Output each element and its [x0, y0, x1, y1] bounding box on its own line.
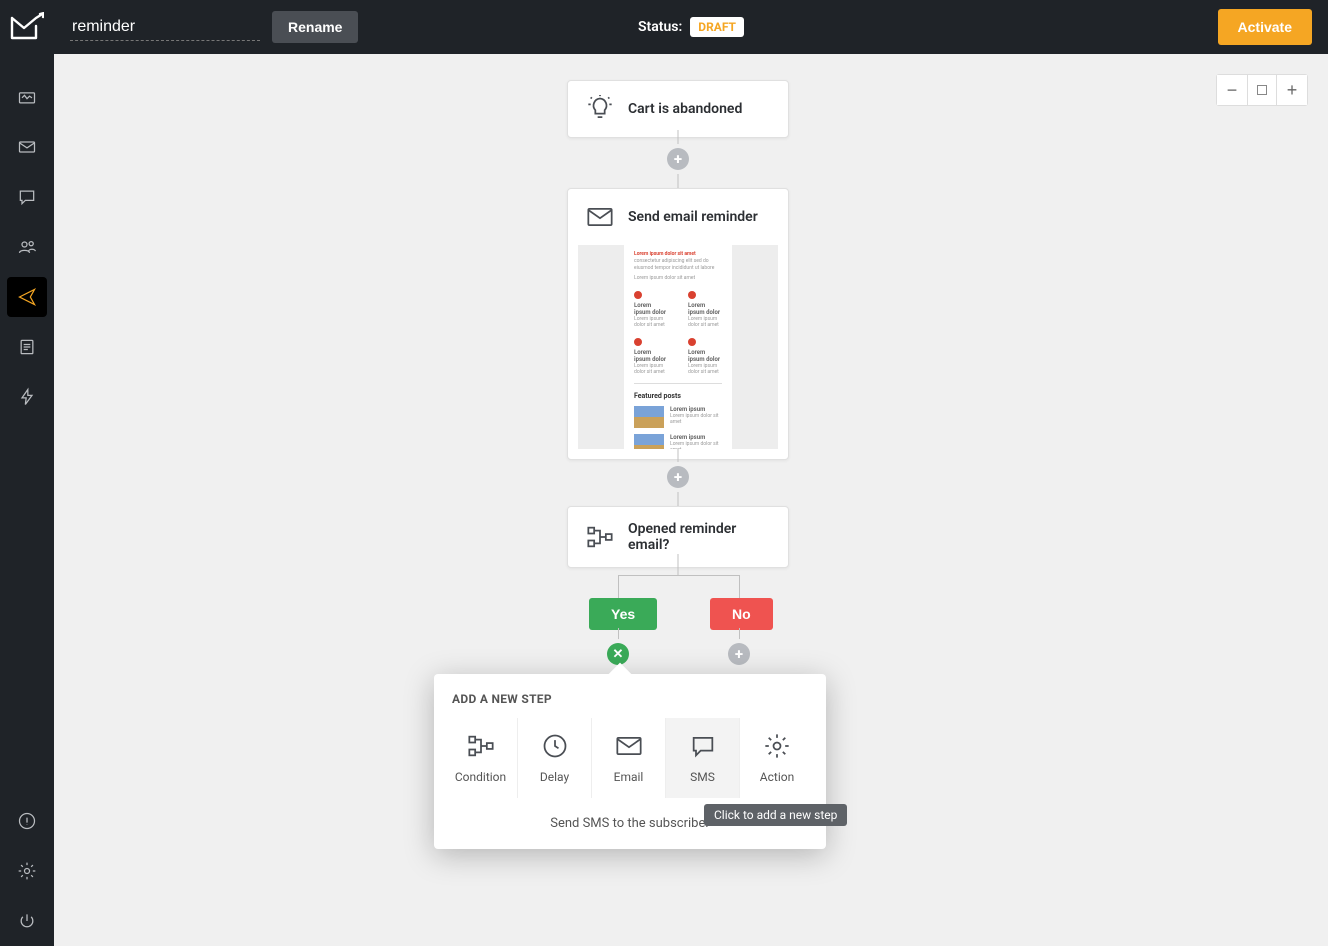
- workflow-title-input[interactable]: [70, 14, 260, 41]
- step-option-condition[interactable]: Condition: [444, 718, 518, 798]
- add-step-button[interactable]: +: [667, 148, 689, 170]
- sidebar: [0, 0, 54, 946]
- nav-contacts[interactable]: [7, 227, 47, 267]
- zoom-out-button[interactable]: −: [1217, 75, 1247, 105]
- header: Rename Status: DRAFT Activate: [54, 0, 1328, 54]
- nav-mail[interactable]: [7, 127, 47, 167]
- step-option-label: SMS: [690, 770, 715, 784]
- tooltip: Click to add a new step: [704, 804, 847, 826]
- canvas[interactable]: − + Cart is abandoned + Send email remin…: [54, 54, 1328, 946]
- nav-automation[interactable]: [7, 277, 47, 317]
- add-step-button[interactable]: +: [728, 643, 750, 665]
- connector: [618, 575, 619, 598]
- nav-power[interactable]: [7, 901, 47, 941]
- zoom-fit-button[interactable]: [1247, 75, 1277, 105]
- nav-help[interactable]: [7, 801, 47, 841]
- activate-button[interactable]: Activate: [1218, 9, 1312, 45]
- node-condition-title: Opened reminder email?: [628, 521, 770, 553]
- add-step-button[interactable]: +: [667, 466, 689, 488]
- square-icon: [1257, 85, 1267, 95]
- connector: [739, 575, 740, 598]
- nav-dashboard[interactable]: [7, 77, 47, 117]
- step-option-label: Action: [760, 770, 794, 784]
- popover-title: ADD A NEW STEP: [444, 692, 816, 706]
- connector: [678, 554, 679, 576]
- envelope-icon: [586, 203, 614, 231]
- zoom-in-button[interactable]: +: [1277, 75, 1307, 105]
- zoom-controls: − +: [1216, 74, 1308, 106]
- node-email[interactable]: Send email reminder Lorem ipsum dolor si…: [567, 188, 789, 460]
- close-add-step-button[interactable]: ✕: [607, 643, 629, 665]
- branch-icon: [586, 523, 614, 551]
- rename-button[interactable]: Rename: [272, 11, 358, 43]
- node-email-title: Send email reminder: [628, 209, 758, 225]
- step-option-label: Email: [614, 770, 644, 784]
- step-option-label: Condition: [455, 770, 506, 784]
- app-logo: [10, 12, 44, 42]
- step-option-label: Delay: [540, 770, 569, 784]
- step-option-sms[interactable]: SMS: [666, 718, 740, 798]
- nav-triggers[interactable]: [7, 377, 47, 417]
- status-wrap: Status: DRAFT: [638, 17, 744, 37]
- branch-no-button[interactable]: No: [710, 598, 773, 630]
- lightbulb-icon: [586, 95, 614, 123]
- nav-chat[interactable]: [7, 177, 47, 217]
- email-preview: Lorem ipsum dolor sit amet consectetur a…: [578, 245, 778, 449]
- step-option-email[interactable]: Email: [592, 718, 666, 798]
- status-label: Status:: [638, 19, 682, 35]
- status-badge: DRAFT: [690, 17, 744, 37]
- step-option-action[interactable]: Action: [740, 718, 814, 798]
- nav-templates[interactable]: [7, 327, 47, 367]
- connector: [618, 575, 740, 576]
- node-trigger-title: Cart is abandoned: [628, 101, 742, 117]
- branch-yes-button[interactable]: Yes: [589, 598, 657, 630]
- nav-settings[interactable]: [7, 851, 47, 891]
- step-option-delay[interactable]: Delay: [518, 718, 592, 798]
